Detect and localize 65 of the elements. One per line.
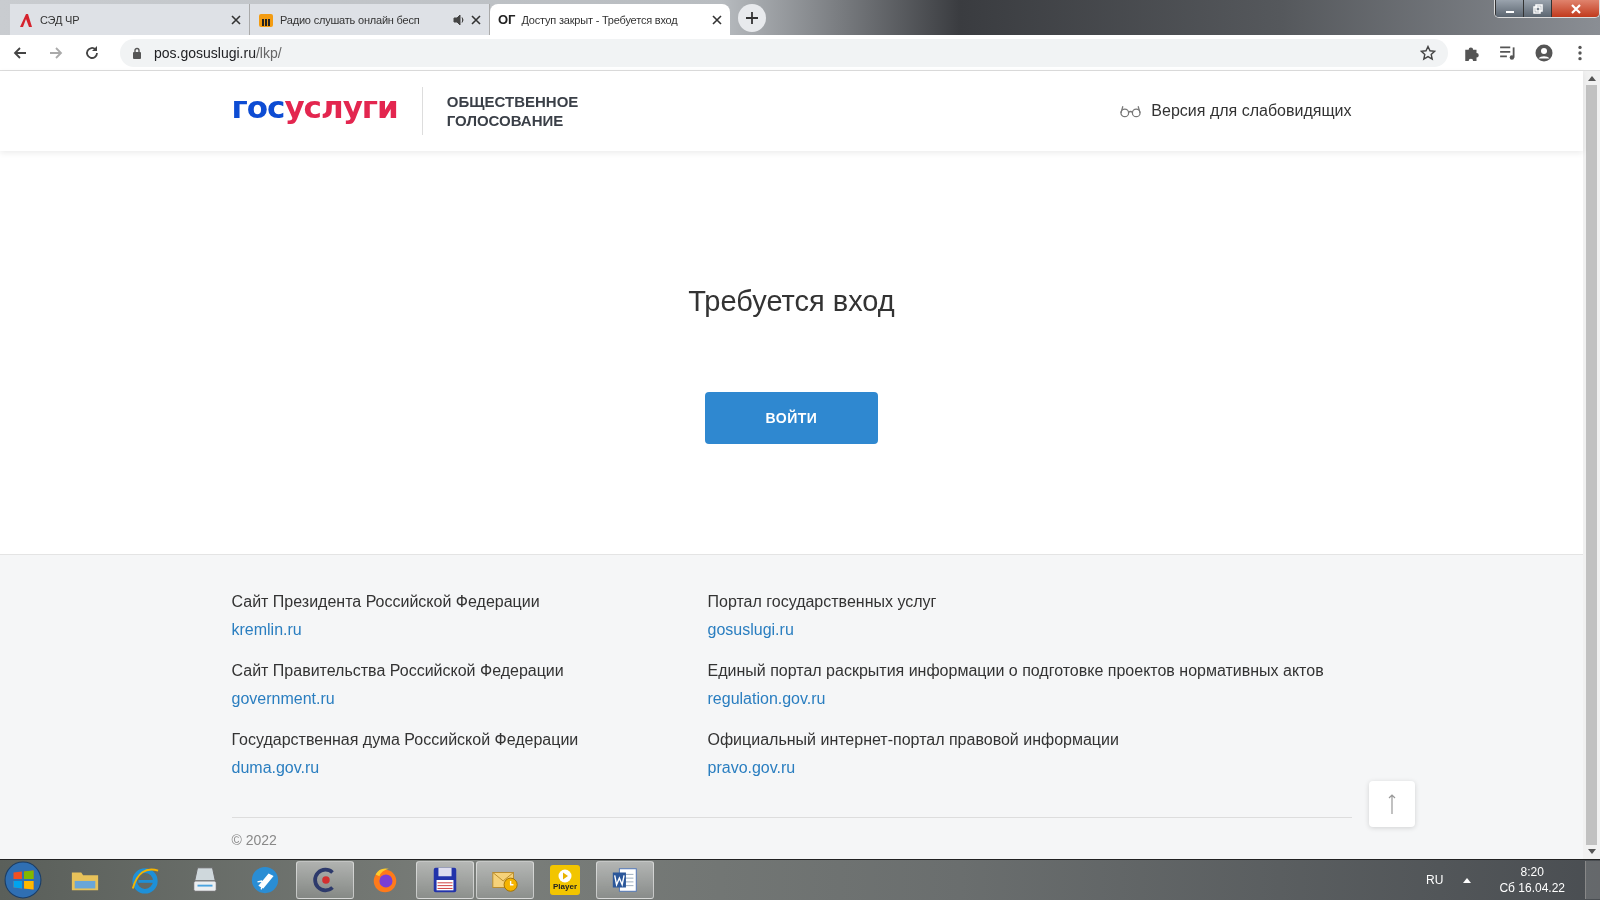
login-button[interactable]: ВОЙТИ — [705, 392, 878, 444]
scroll-up-icon[interactable] — [1587, 75, 1596, 81]
browser-e-icon — [130, 865, 160, 895]
reload-icon[interactable] — [84, 44, 100, 61]
favicon-text: ОГ — [498, 12, 516, 27]
url-text: pos.gosuslugi.ru/lkp/ — [154, 44, 283, 61]
site-logo[interactable]: госуслуги — [231, 91, 398, 131]
taskbar-button[interactable] — [416, 861, 474, 899]
link-caption: Сайт Правительства Российской Федерации — [231, 662, 564, 680]
back-icon[interactable] — [12, 44, 28, 61]
plus-icon — [746, 12, 758, 24]
media-queue-icon[interactable] — [1499, 43, 1517, 62]
footer-link[interactable]: kremlin.ru — [231, 621, 302, 639]
restore-button[interactable] — [1523, 0, 1551, 17]
arrow-up-icon — [1387, 793, 1397, 815]
page-title: Требуется вход — [688, 285, 895, 318]
restore-icon — [1532, 3, 1543, 14]
accessibility-link[interactable]: Версия для слабовидящих — [1120, 102, 1352, 120]
tray-expand-icon[interactable] — [1463, 877, 1472, 883]
tab-title: СЭД ЧР — [40, 13, 81, 26]
address-bar[interactable]: pos.gosuslugi.ru/lkp/ — [120, 38, 1448, 67]
close-icon[interactable] — [712, 14, 722, 25]
favicon-icon — [258, 11, 274, 28]
footer-link[interactable]: pravo.gov.ru — [707, 759, 796, 777]
bookmark-star-icon[interactable] — [1420, 44, 1436, 61]
lock-icon — [132, 46, 142, 59]
player-app-icon: Player — [550, 865, 580, 895]
project-title: ОБЩЕСТВЕННОЕ ГОЛОСОВАНИЕ — [446, 92, 579, 130]
speaker-icon[interactable] — [453, 13, 465, 26]
taskbar-button[interactable] — [296, 861, 354, 899]
link-caption: Официальный интернет-портал правовой информации — [707, 731, 1119, 749]
word-document-icon — [610, 865, 640, 895]
browser-tab[interactable]: ОГ Доступ закрыт - Требуется вход — [490, 4, 730, 35]
close-icon — [1570, 3, 1581, 14]
copyright-text: © 2022 — [231, 832, 277, 848]
taskbar-button[interactable] — [596, 861, 654, 899]
minimize-button[interactable] — [1495, 0, 1523, 17]
link-caption: Портал государственных услуг — [707, 593, 937, 611]
clock[interactable]: 8:20 Сб 16.04.22 — [1499, 864, 1565, 896]
start-button[interactable] — [4, 861, 42, 899]
favicon-icon — [18, 11, 34, 28]
footer-link[interactable]: government.ru — [231, 690, 335, 708]
link-caption: Единый портал раскрытия информации о подготовке проектов нормативных актов — [707, 662, 1324, 680]
close-window-button[interactable] — [1551, 0, 1599, 17]
tab-title: Радио слушать онлайн бесп — [280, 13, 421, 26]
close-icon[interactable] — [471, 14, 481, 25]
rocket-icon — [250, 865, 280, 895]
taskbar-button[interactable]: Player — [536, 861, 594, 899]
scrollbar[interactable] — [1583, 71, 1600, 859]
link-caption: Государственная дума Российской Федерации — [231, 731, 579, 749]
scroll-down-icon[interactable] — [1587, 849, 1596, 855]
language-indicator[interactable]: RU — [1426, 873, 1444, 887]
browser-tab[interactable]: СЭД ЧР — [10, 4, 250, 35]
close-icon[interactable] — [231, 14, 241, 25]
browser-tab[interactable]: Радио слушать онлайн бесп — [250, 4, 490, 35]
profile-icon[interactable] — [1535, 43, 1553, 62]
glasses-icon — [1120, 104, 1142, 118]
footer-link[interactable]: gosuslugi.ru — [707, 621, 794, 639]
new-tab-button[interactable] — [738, 4, 766, 32]
footer-link[interactable]: regulation.gov.ru — [707, 690, 826, 708]
link-caption: Сайт Президента Российской Федерации — [231, 593, 540, 611]
scanner-icon — [190, 865, 220, 895]
minimize-icon — [1505, 10, 1514, 13]
footer-link[interactable]: duma.gov.ru — [231, 759, 320, 777]
tab-title: Доступ закрыт - Требуется вход — [521, 13, 679, 26]
